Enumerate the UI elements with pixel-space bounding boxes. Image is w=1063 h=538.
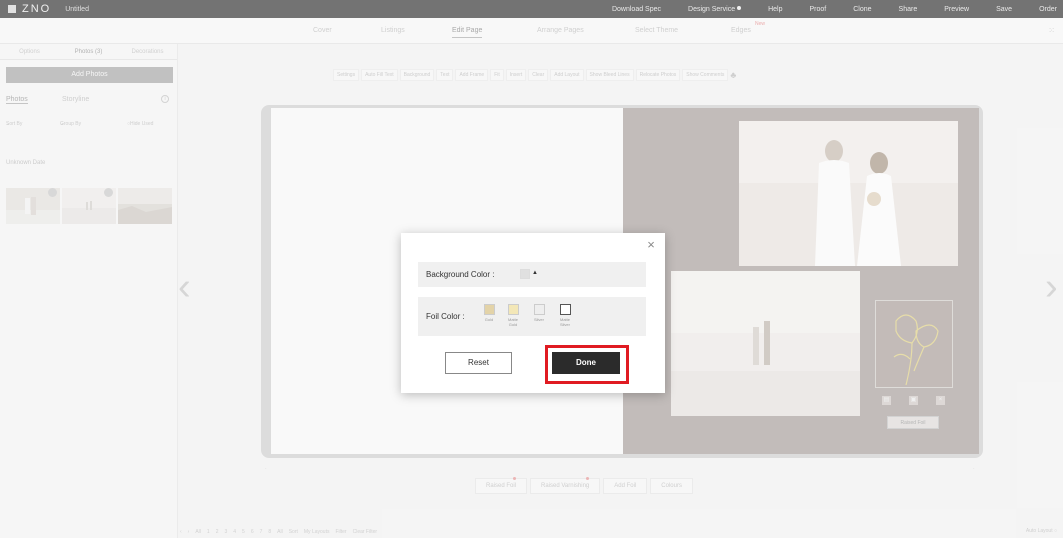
- reset-button[interactable]: Reset: [445, 352, 512, 374]
- foil-color-row: Foil Color : Gold Matte Gold Silver Matt…: [418, 297, 646, 336]
- foil-option-gold[interactable]: Gold: [480, 304, 498, 322]
- silver-swatch: [533, 304, 545, 315]
- foil-color-label: Foil Color :: [426, 312, 465, 321]
- foil-option-label: Matte Gold: [507, 317, 518, 327]
- done-highlight-box: [545, 345, 629, 384]
- foil-option-matte-gold[interactable]: Matte Gold: [504, 304, 522, 327]
- foil-option-matte-silver[interactable]: Matte Silver: [556, 304, 574, 327]
- foil-option-silver[interactable]: Silver: [530, 304, 548, 322]
- foil-option-label: Silver: [533, 317, 544, 322]
- background-color-row: Background Color : ▲: [418, 262, 646, 287]
- close-icon[interactable]: ×: [645, 238, 657, 251]
- caret-up-icon[interactable]: ▲: [532, 270, 538, 276]
- matte-silver-swatch: [559, 304, 571, 315]
- background-color-swatch[interactable]: [520, 269, 530, 279]
- background-color-label: Background Color :: [426, 270, 495, 279]
- gold-swatch: [483, 304, 495, 315]
- foil-option-label: Gold: [484, 317, 494, 322]
- foil-option-label: Matte Silver: [559, 317, 570, 327]
- matte-gold-swatch: [507, 304, 519, 315]
